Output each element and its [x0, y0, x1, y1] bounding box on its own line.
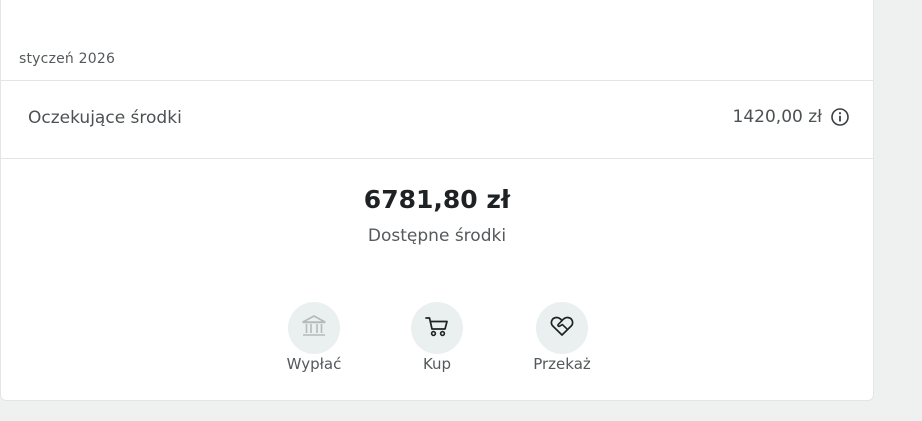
heart-hands-icon: [548, 312, 576, 344]
pending-funds-row: Oczekujące środki 1420,00 zł: [1, 80, 873, 158]
buy-button-circle[interactable]: [411, 302, 463, 354]
pending-funds-label: Oczekujące środki: [28, 108, 182, 128]
buy-label: Kup: [422, 355, 452, 373]
bank-icon: [300, 312, 328, 344]
transfer-button-circle[interactable]: [536, 302, 588, 354]
cart-icon: [423, 312, 451, 344]
wallet-card: styczeń 2026 Oczekujące środki 1420,00 z…: [0, 0, 874, 401]
pending-funds-amount: 1420,00 zł: [732, 107, 822, 127]
month-header: styczeń 2026: [19, 51, 116, 67]
transfer-label: Przekaż: [533, 355, 591, 373]
pending-funds-value-group: 1420,00 zł: [733, 107, 850, 127]
divider: [1, 158, 873, 159]
buy-button[interactable]: Kup: [392, 302, 482, 373]
info-icon[interactable]: [830, 107, 850, 127]
withdraw-label: Wypłać: [286, 355, 342, 373]
withdraw-button[interactable]: Wypłać: [269, 302, 359, 373]
action-bar: Wypłać Kup Przekaż: [1, 302, 873, 382]
transfer-button[interactable]: Przekaż: [517, 302, 607, 373]
available-balance-label: Dostępne środki: [367, 226, 507, 246]
withdraw-button-circle[interactable]: [288, 302, 340, 354]
available-balance-amount: 6781,80 zł: [363, 185, 511, 214]
